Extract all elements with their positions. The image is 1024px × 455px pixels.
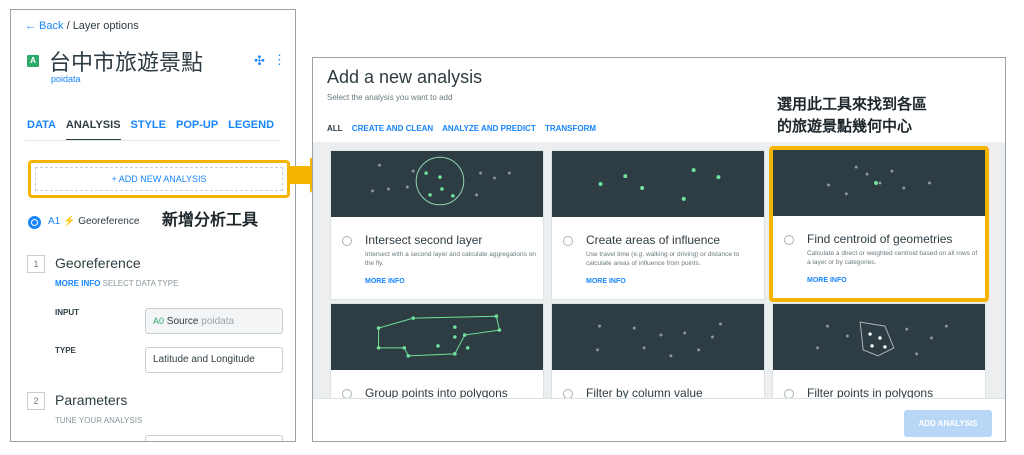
card-description: Use travel time (e.g. walking or driving… xyxy=(586,251,740,267)
add-analysis-button[interactable]: ADD ANALYSIS xyxy=(904,410,992,437)
breadcrumb: ← Back / Layer options xyxy=(25,20,139,32)
step-number: 1 xyxy=(27,255,45,273)
layer-title[interactable]: 台中市旅遊景點 xyxy=(49,45,203,77)
card-title: Filter points in polygons xyxy=(807,386,934,398)
card-description: Calculate a direct or weighted centroid … xyxy=(807,250,978,266)
analysis-item-label: Georeference xyxy=(78,216,140,227)
step-title-parameters: Parameters xyxy=(55,392,128,408)
input-source-field[interactable]: A0 Source poidata xyxy=(145,308,283,334)
analysis-card-find-centroid[interactable]: Find centroid of geometries Calculate a … xyxy=(769,146,989,302)
card-description: Intersect with a second layer and calcul… xyxy=(365,251,536,267)
card-radio[interactable] xyxy=(342,236,352,246)
tab-legend[interactable]: LEGEND xyxy=(228,119,274,141)
annotation-add-tool: 新增分析工具 xyxy=(162,210,259,229)
card-radio[interactable] xyxy=(563,236,573,246)
intersect-thumbnail xyxy=(331,151,543,217)
card-title: Group points into polygons xyxy=(365,386,508,398)
card-radio[interactable] xyxy=(342,389,352,398)
more-options-icon[interactable]: ⋮ xyxy=(273,52,286,68)
step-title-georeference: Georeference xyxy=(55,255,141,271)
analysis-radio-selected[interactable] xyxy=(28,216,41,229)
tab-analysis[interactable]: ANALYSIS xyxy=(65,119,121,141)
annotation-centroid-line1: 選用此工具來找到各區 xyxy=(777,95,928,113)
filter-column-thumbnail xyxy=(552,304,764,370)
layer-badge: A xyxy=(27,55,39,67)
analysis-item-georeference[interactable]: A1 ⚡ Georeference xyxy=(48,216,139,227)
back-link[interactable]: ← Back xyxy=(25,20,64,32)
analysis-code: A1 xyxy=(48,216,61,227)
tab-analyze-and-predict[interactable]: ANALYZE AND PREDICT xyxy=(442,124,536,133)
source-label: Source xyxy=(166,316,199,327)
more-info-link[interactable]: MORE INFO xyxy=(365,278,405,285)
modal-tabs: ALL CREATE AND CLEAN ANALYZE AND PREDICT… xyxy=(327,124,603,133)
tab-data[interactable]: DATA xyxy=(27,119,56,141)
more-info-link[interactable]: MORE INFO xyxy=(807,277,847,284)
step-number: 2 xyxy=(27,392,45,410)
tab-style[interactable]: STYLE xyxy=(131,119,166,141)
modal-title: Add a new analysis xyxy=(327,67,483,87)
analysis-card-intersect[interactable]: Intersect second layer Intersect with a … xyxy=(330,150,544,300)
input-label: INPUT xyxy=(55,308,79,317)
type-select[interactable]: Latitude and Longitude xyxy=(145,347,283,373)
annotation-centroid: 選用此工具來找到各區 的旅遊景點幾何中心 xyxy=(777,93,927,137)
influence-thumbnail xyxy=(552,151,764,217)
card-radio[interactable] xyxy=(563,389,573,398)
modal-footer: ADD ANALYSIS xyxy=(313,398,1005,441)
layer-source[interactable]: poidata xyxy=(51,74,81,84)
analysis-card-filter-points[interactable]: Filter points in polygons xyxy=(772,303,986,398)
analysis-card-group-points[interactable]: Group points into polygons xyxy=(330,303,544,398)
step-subtitle: MORE INFO SELECT DATA TYPE xyxy=(55,279,178,288)
layer-tabs: DATA ANALYSIS STYLE POP-UP LEGEND xyxy=(27,119,284,141)
move-icon[interactable]: ✣ xyxy=(254,53,265,69)
card-title: Filter by column value xyxy=(586,386,703,398)
lightning-icon: ⚡ xyxy=(63,216,76,227)
card-radio[interactable] xyxy=(784,235,794,245)
source-value: poidata xyxy=(201,316,235,327)
card-title: Find centroid of geometries xyxy=(807,232,953,246)
type-label: TYPE xyxy=(55,346,76,355)
tab-all[interactable]: ALL xyxy=(327,124,343,133)
parameter-field[interactable] xyxy=(145,435,283,441)
source-code: A0 xyxy=(153,316,165,326)
tabs-divider xyxy=(25,140,281,141)
add-new-analysis-highlight: + ADD NEW ANALYSIS xyxy=(28,160,290,198)
analysis-card-areas-of-influence[interactable]: Create areas of influence Use travel tim… xyxy=(551,150,765,300)
analysis-card-filter-column[interactable]: Filter by column value xyxy=(551,303,765,398)
group-points-thumbnail xyxy=(331,304,543,370)
breadcrumb-current: Layer options xyxy=(72,20,139,32)
step-subtitle: TUNE YOUR ANALYSIS xyxy=(55,416,143,425)
add-new-analysis-button[interactable]: + ADD NEW ANALYSIS xyxy=(35,167,283,191)
annotation-centroid-line2: 的旅遊景點幾何中心 xyxy=(777,117,913,135)
tab-transform[interactable]: TRANSFORM xyxy=(545,124,596,133)
card-title: Intersect second layer xyxy=(365,233,483,247)
step-subtitle-text: SELECT DATA TYPE xyxy=(100,279,179,288)
more-info-link[interactable]: MORE INFO xyxy=(55,279,100,288)
breadcrumb-separator: / xyxy=(63,20,73,32)
centroid-thumbnail xyxy=(773,150,985,216)
tab-popup[interactable]: POP-UP xyxy=(176,119,218,141)
modal-subtitle: Select the analysis you want to add xyxy=(327,93,453,102)
tab-create-and-clean[interactable]: CREATE AND CLEAN xyxy=(352,124,433,133)
filter-points-thumbnail xyxy=(773,304,985,370)
card-radio[interactable] xyxy=(784,389,794,398)
more-info-link[interactable]: MORE INFO xyxy=(586,278,626,285)
analysis-cards-grid: Intersect second layer Intersect with a … xyxy=(313,142,1005,398)
card-title: Create areas of influence xyxy=(586,233,721,247)
